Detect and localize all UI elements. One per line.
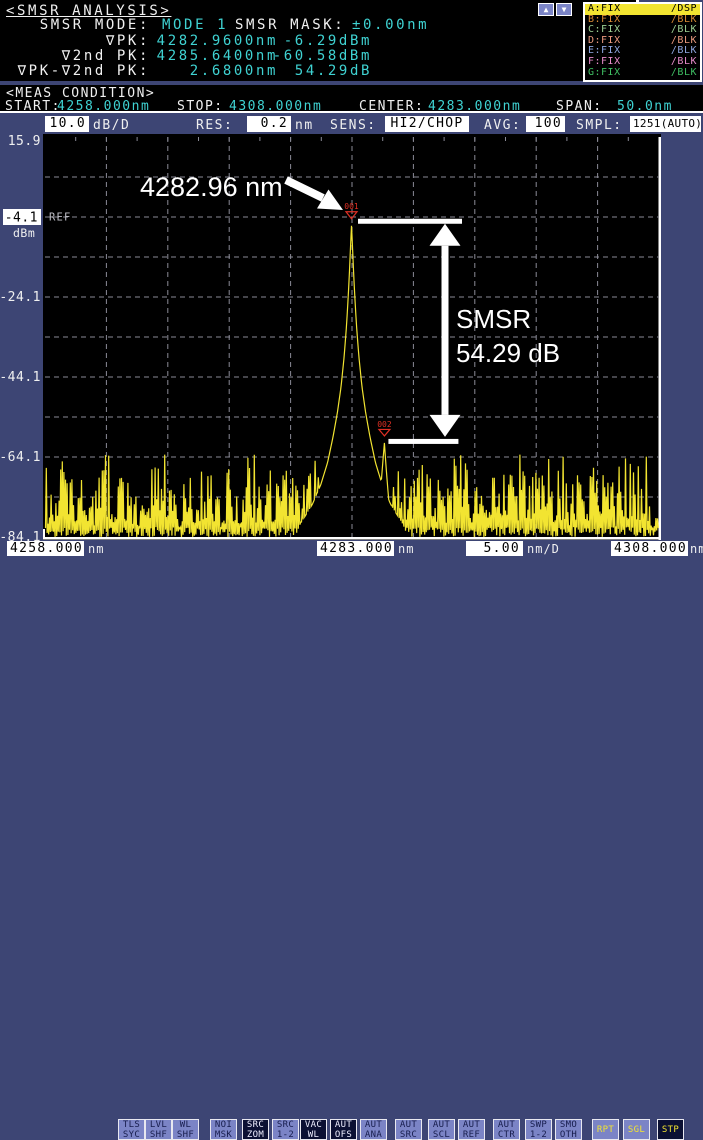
y-tick-label: -64.1 (0, 450, 41, 465)
smsr-mode-row: SMSR MODE: MODE 1 SMSR MASK: ±0.00nm (0, 17, 636, 32)
peak-diff-row: ∇PK-∇2nd PK: 2.6800nm 54.29dB (0, 63, 636, 78)
trace-display-mode: /BLK (671, 68, 697, 79)
softkey-smo-oth[interactable]: SMOOTH (555, 1119, 582, 1140)
peak-diff-label: ∇PK-∇2nd PK: (0, 63, 150, 79)
second-peak-row: ∇2nd PK: 4285.6400nm -60.58dBm (0, 48, 636, 63)
softkey-swp-1-2[interactable]: SWP1-2 (525, 1119, 552, 1140)
trace-display-mode: /DSP (671, 4, 697, 15)
level-scale-unit: dB/D (93, 118, 130, 133)
softkey-noi-msk[interactable]: NOIMSK (210, 1119, 237, 1140)
softkey-wl-shf[interactable]: WLSHF (172, 1119, 199, 1140)
ref-marker-label: REF (49, 212, 72, 224)
softkey-rpt[interactable]: RPT (592, 1119, 619, 1140)
center-value[interactable]: 4283.000nm (428, 99, 521, 114)
avg-field[interactable]: 100 (526, 116, 565, 132)
peak-diff-wavelength-value: 2.6800nm (153, 63, 278, 79)
trace-list-panel: A:FIX/DSPB:FIX/BLKC:FIX/BLKD:FIX/BLKE:FI… (583, 2, 702, 82)
softkey-aut-src[interactable]: AUTSRC (395, 1119, 422, 1140)
res-label: RES: (196, 118, 233, 133)
trace-row-f[interactable]: F:FIX/BLK (585, 57, 700, 68)
plot-bottom-border (43, 537, 661, 540)
meas-condition-panel: <MEAS CONDITION> START: 4258.000nm STOP:… (0, 85, 703, 113)
softkey-lvl-shf[interactable]: LVLSHF (145, 1119, 172, 1140)
second-peak-level-value: -60.58dBm (272, 48, 372, 64)
peak-label: ∇PK: (0, 33, 150, 49)
smsr-mask-label: SMSR MASK: (235, 17, 345, 33)
trace-name: F:FIX (588, 57, 621, 68)
scroll-up-button[interactable]: ▲ (538, 3, 554, 16)
peak-marker-id: 001 (344, 202, 359, 211)
avg-label: AVG: (484, 118, 521, 133)
trace-name: G:FIX (588, 68, 621, 79)
smsr-annotation-value: 54.29 dB (456, 338, 560, 368)
softkey-vac-wl[interactable]: VACWL (300, 1119, 327, 1140)
softkey-tls-syc[interactable]: TLSSYC (118, 1119, 145, 1140)
xaxis-stop-unit: nm (690, 542, 703, 556)
ref-level-value: -4.1 (5, 211, 38, 226)
softkey-aut-ana[interactable]: AUTANA (360, 1119, 387, 1140)
trace-display-mode: /BLK (671, 57, 697, 68)
sens-field[interactable]: HI2/CHOP (385, 116, 469, 132)
axis-left-tick (43, 529, 45, 540)
peak-wavelength-value: 4282.9600nm (153, 33, 278, 49)
softkey-aut-scl[interactable]: AUTSCL (428, 1119, 455, 1140)
smsr-mode-value[interactable]: MODE 1 (162, 17, 228, 33)
softkey-sgl[interactable]: SGL (623, 1119, 650, 1140)
soft-key-toolbar: TLSSYCLVLSHFWLSHFNOIMSKSRCZOMSRC1-2VACWL… (0, 557, 703, 585)
xaxis-scale-unit: nm/D (527, 542, 560, 556)
smsr-mode-label: SMSR MODE: (0, 17, 150, 33)
trace-row-a[interactable]: A:FIX/DSP (585, 4, 700, 15)
softkey-aut-ref[interactable]: AUTREF (458, 1119, 485, 1140)
second-peak-level-line (388, 439, 458, 444)
softkey-src-zom[interactable]: SRCZOM (242, 1119, 269, 1140)
start-label: START: (5, 99, 61, 114)
sens-label: SENS: (330, 118, 377, 133)
smpl-label: SMPL: (576, 118, 623, 133)
second-peak-marker-id: 002 (377, 420, 392, 429)
xaxis-center-field[interactable]: 4283.000 (317, 541, 394, 556)
smsr-annotation-title: SMSR (456, 304, 531, 334)
level-scale-field[interactable]: 10.0 (45, 116, 89, 132)
peak-wavelength-annotation: 4282.96 nm (140, 172, 283, 202)
y-tick-label: -24.1 (0, 290, 41, 305)
smsr-arrow-shaft (442, 246, 449, 415)
softkey-aut-ofs[interactable]: AUTOFS (330, 1119, 357, 1140)
second-peak-label: ∇2nd PK: (0, 48, 150, 64)
second-peak-wavelength-value: 4285.6400nm (153, 48, 278, 64)
res-field[interactable]: 0.2 (247, 116, 291, 132)
xaxis-stop-field[interactable]: 4308.000 (611, 541, 688, 556)
peak-level-value: -6.29dBm (272, 33, 372, 49)
xaxis-start-unit: nm (88, 542, 104, 556)
center-label: CENTER: (359, 99, 424, 114)
smpl-field[interactable]: 1251(AUTO) (630, 116, 701, 132)
scroll-down-button[interactable]: ▼ (556, 3, 572, 16)
xaxis-start-field[interactable]: 4258.000 (7, 541, 84, 556)
y-tick-label: 15.9 (8, 134, 41, 149)
softkey-stp[interactable]: STP (657, 1119, 684, 1140)
span-label: SPAN: (556, 99, 603, 114)
softkey-aut-ctr[interactable]: AUTCTR (493, 1119, 520, 1140)
trace-name: A:FIX (588, 4, 621, 15)
ref-unit-label: dBm (13, 226, 35, 240)
y-tick-label: -44.1 (0, 370, 41, 385)
span-value[interactable]: 50.0nm (617, 99, 673, 114)
stop-value[interactable]: 4308.000nm (229, 99, 322, 114)
trace-row-g[interactable]: G:FIX/BLK (585, 68, 700, 79)
peak-row: ∇PK: 4282.9600nm -6.29dBm (0, 33, 636, 48)
plot-right-border (659, 137, 662, 540)
smsr-value: 54.29dB (272, 63, 372, 79)
softkey-src-1-2[interactable]: SRC1-2 (272, 1119, 299, 1140)
xaxis-center-unit: nm (398, 542, 414, 556)
start-value[interactable]: 4258.000nm (57, 99, 150, 114)
stop-label: STOP: (177, 99, 224, 114)
xaxis-scale-field[interactable]: 5.00 (466, 541, 523, 556)
res-unit: nm (295, 118, 314, 133)
smsr-mask-value[interactable]: ±0.00nm (352, 17, 429, 33)
peak-level-line (358, 219, 462, 224)
